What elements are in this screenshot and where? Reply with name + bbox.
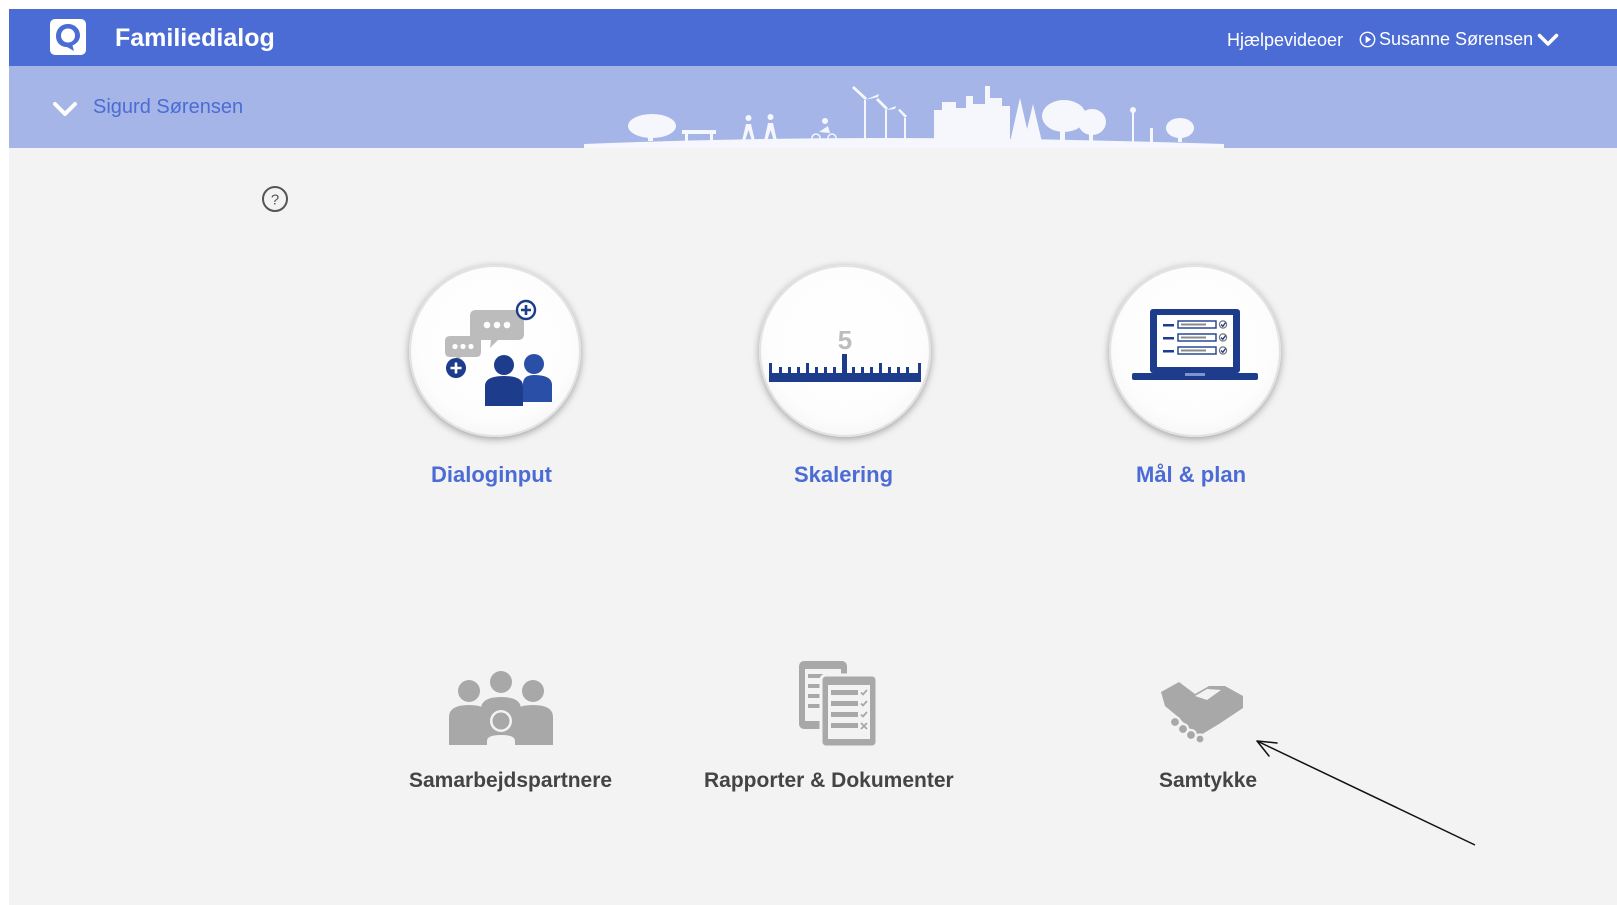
laptop-checklist-icon: [1132, 309, 1258, 380]
app-frame: Familiedialog Hjælpevideoer Susanne Søre…: [9, 9, 1617, 905]
maal-plan-tile[interactable]: Mål & plan: [1109, 265, 1281, 487]
samtykke-label[interactable]: Samtykke: [1159, 769, 1257, 793]
samarbejdspartnere-label[interactable]: Samarbejdspartnere: [409, 769, 612, 793]
familiedialog-logo-icon[interactable]: [49, 18, 87, 56]
user-name: Susanne Sørensen: [1379, 29, 1534, 49]
town-skyline-illustration-icon: [584, 86, 1224, 148]
dialoginput-label[interactable]: Dialoginput: [431, 462, 552, 488]
child-selector-bar: Sigurd Sørensen: [9, 66, 1617, 148]
chevron-down-icon[interactable]: [1537, 33, 1559, 47]
ruler-scale-icon: 5: [769, 325, 921, 382]
annotation-arrow-icon: [1256, 740, 1476, 846]
help-question-icon[interactable]: ?: [261, 185, 289, 213]
handshake-icon: [1161, 682, 1243, 744]
skalering-button[interactable]: 5: [759, 265, 931, 437]
selected-child-name[interactable]: Sigurd Sørensen: [93, 96, 243, 119]
play-circle-icon: [1359, 31, 1376, 48]
group-people-icon: [449, 671, 553, 749]
chevron-down-icon[interactable]: [52, 101, 78, 117]
chat-people-icon: [445, 299, 552, 406]
documents-icon: [799, 661, 879, 749]
maal-plan-button[interactable]: [1109, 265, 1281, 437]
skalering-tile[interactable]: 5 Skalering: [759, 265, 931, 487]
user-menu[interactable]: Susanne Sørensen: [1359, 29, 1559, 50]
rapporter-dokumenter-label[interactable]: Rapporter & Dokumenter: [704, 769, 954, 793]
svg-text:?: ?: [271, 192, 279, 209]
help-videos-link[interactable]: Hjælpevideoer: [1227, 30, 1343, 51]
dialoginput-tile[interactable]: Dialoginput: [409, 265, 581, 487]
app-title: Familiedialog: [115, 24, 275, 52]
top-navigation-bar: Familiedialog Hjælpevideoer Susanne Søre…: [9, 9, 1617, 66]
dialoginput-button[interactable]: [409, 265, 581, 437]
maal-plan-label[interactable]: Mål & plan: [1136, 462, 1246, 488]
skalering-label[interactable]: Skalering: [794, 462, 893, 488]
scale-number: 5: [838, 325, 852, 355]
